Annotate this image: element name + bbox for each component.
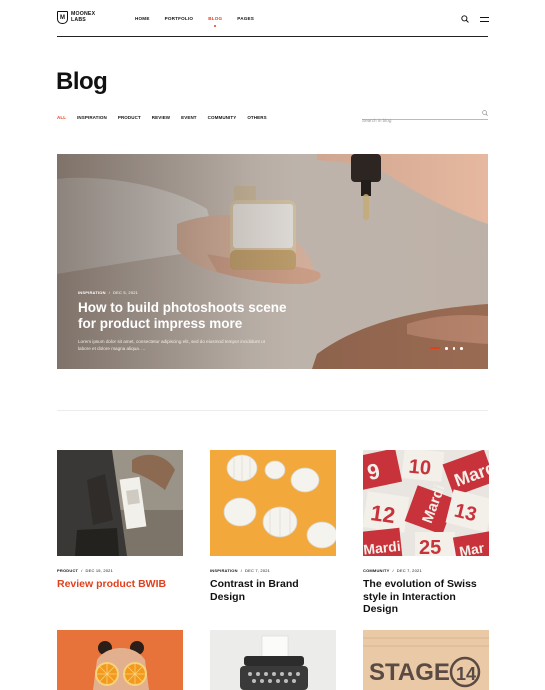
post-image-product	[57, 450, 183, 556]
hero-category[interactable]: INSPIRATION	[78, 290, 106, 295]
hero-overlay	[57, 154, 488, 369]
post-title[interactable]: Review product BWIB	[57, 578, 183, 591]
post-image-stage-poster: STAGE 14	[363, 630, 489, 690]
category-filters: ALL INSPIRATION PRODUCT REVIEW EVENT COM…	[57, 115, 278, 120]
filter-all[interactable]: ALL	[57, 115, 66, 120]
slider-dot-4[interactable]	[460, 347, 463, 350]
post-thumbnail[interactable]	[57, 630, 183, 690]
svg-text:14: 14	[456, 664, 476, 684]
slider-dot-3[interactable]	[452, 347, 455, 350]
filter-inspiration[interactable]: INSPIRATION	[77, 115, 107, 120]
post-image-typewriter	[210, 630, 336, 690]
filter-community[interactable]: COMMUNITY	[208, 115, 237, 120]
slider-dot-2[interactable]	[445, 347, 448, 350]
hero-meta: INSPIRATION / DEC 5, 2021	[78, 290, 139, 295]
nav-item-pages[interactable]: PAGES	[237, 16, 254, 21]
nav-item-blog[interactable]: BLOG	[208, 16, 222, 21]
slider-dot-1[interactable]	[430, 347, 440, 350]
svg-text:STAGE: STAGE	[369, 659, 450, 686]
filter-review[interactable]: REVIEW	[152, 115, 170, 120]
post-date: DEC 15, 2021	[85, 568, 114, 573]
post-category[interactable]: COMMUNITY	[363, 568, 389, 573]
nav-item-home[interactable]: HOME	[135, 16, 150, 21]
nav-item-portfolio[interactable]: PORTFOLIO	[165, 16, 194, 21]
svg-text:10: 10	[408, 456, 432, 480]
hero-date: DEC 5, 2021	[113, 290, 139, 295]
post-date: DEC 7, 2021	[396, 568, 422, 573]
page-title: Blog	[56, 68, 108, 95]
logo-mark: M	[57, 11, 68, 24]
post-thumbnail[interactable]: 9 10 Mardi 12 Mardi 13 Mardi 25 Mar	[363, 450, 489, 556]
logo-line-2: LABS	[71, 16, 86, 23]
post-meta: INSPIRATION / DEC 7, 2021	[210, 568, 271, 573]
post-card[interactable]: 9 10 Mardi 12 Mardi 13 Mardi 25 Mar COMM…	[363, 450, 489, 616]
svg-text:Mardi: Mardi	[363, 538, 401, 556]
menu-icon[interactable]	[480, 17, 489, 22]
filter-event[interactable]: EVENT	[181, 115, 197, 120]
filter-others[interactable]: OTHERS	[247, 115, 266, 120]
site-header: M MOONEX LABS HOME PORTFOLIO BLOG PAGES	[57, 9, 489, 37]
post-thumbnail[interactable]	[210, 450, 336, 556]
hero-excerpt: Lorem ipsum dolor sit amet, consectetur …	[78, 339, 265, 351]
logo-text: MOONEX LABS	[71, 11, 95, 23]
search-icon[interactable]	[461, 15, 469, 23]
svg-text:12: 12	[369, 500, 397, 528]
hero-title[interactable]: How to build photoshoots scene for produ…	[78, 300, 308, 332]
search-icon[interactable]	[482, 110, 488, 116]
post-title[interactable]: The evolution of Swiss style in Interact…	[363, 578, 489, 616]
post-card[interactable]: PRODUCT / DEC 15, 2021 Review product BWIB	[57, 450, 183, 591]
blog-search-input[interactable]	[362, 116, 472, 123]
post-date: DEC 7, 2021	[245, 568, 271, 573]
post-thumbnail[interactable]: STAGE 14	[363, 630, 489, 690]
svg-text:25: 25	[419, 537, 441, 556]
post-thumbnail[interactable]	[57, 450, 183, 556]
slider-pagination	[430, 347, 463, 350]
main-nav: HOME PORTFOLIO BLOG PAGES	[135, 16, 269, 21]
blog-search	[362, 109, 488, 123]
filter-product[interactable]: PRODUCT	[118, 115, 141, 120]
post-card[interactable]: INSPIRATION / DEC 7, 2021 Contrast in Bran…	[210, 450, 336, 603]
post-category[interactable]: INSPIRATION	[210, 568, 238, 573]
logo[interactable]: M MOONEX LABS	[57, 11, 95, 24]
post-thumbnail[interactable]	[210, 630, 336, 690]
post-image-swiss-calendar: 9 10 Mardi 12 Mardi 13 Mardi 25 Mar	[363, 450, 489, 556]
section-divider	[57, 410, 488, 411]
post-meta: PRODUCT / DEC 15, 2021	[57, 568, 114, 573]
post-image-pumpkins	[210, 450, 336, 556]
post-title[interactable]: Contrast in Brand Design	[210, 578, 336, 603]
post-category[interactable]: PRODUCT	[57, 568, 78, 573]
post-image-oranges	[57, 630, 183, 690]
post-meta: COMMUNITY / DEC 7, 2021	[363, 568, 422, 573]
featured-post-slider[interactable]: INSPIRATION / DEC 5, 2021 How to build pho…	[57, 154, 488, 369]
